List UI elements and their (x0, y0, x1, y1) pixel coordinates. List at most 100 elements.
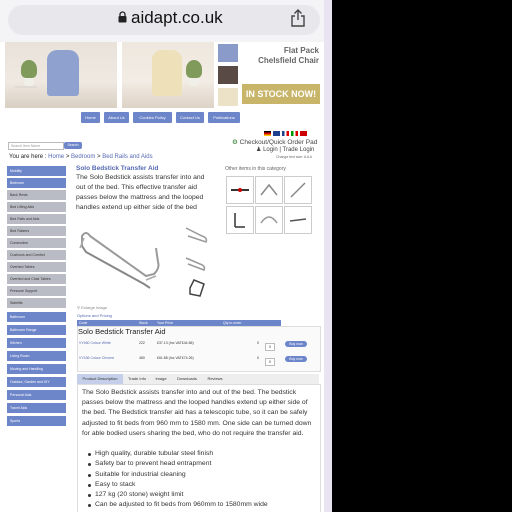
enlarge-label: Enlarge Image (81, 305, 108, 310)
sidebar-subitem[interactable]: Pressure Support (7, 286, 66, 296)
option-stock: 460 (139, 356, 145, 360)
tab-trade-info[interactable]: Trade Info (125, 374, 149, 384)
option-code[interactable]: VY436 Colour Chrome (79, 356, 114, 360)
list-item: Safety bar to prevent head entrapment (88, 459, 268, 469)
sidebar-subitem[interactable]: Bed Rails and Aids (7, 214, 66, 224)
share-icon[interactable] (290, 9, 306, 27)
sidebar-item[interactable]: Kitchen (7, 338, 66, 348)
nav-cookies-policy[interactable]: Cookies Policy (133, 112, 172, 123)
product-main-image[interactable] (76, 218, 218, 303)
sidebar-item[interactable]: Personal Aids (7, 390, 66, 400)
sidebar-item[interactable]: Bedroom (7, 178, 66, 188)
product-title: Solo Bedstick Transfer Aid (76, 165, 159, 172)
option-qty-label: 0 (257, 356, 259, 360)
sidebar-subitem[interactable]: Stairlifts (7, 298, 66, 308)
checkout-link[interactable]: ⚙ Checkout/Quick Order Pad (232, 138, 317, 146)
option-price: £61.88 (Inc VAT£74.26) (157, 356, 194, 360)
tab-reviews[interactable]: Reviews (203, 374, 227, 384)
sidebar-subitem[interactable]: Cushions and Comfort (7, 250, 66, 260)
product-thumb-icon (290, 182, 306, 198)
enlarge-image-link[interactable]: ⚲ Enlarge Image (77, 305, 107, 310)
breadcrumb-sep: > (64, 154, 71, 160)
search-input[interactable]: Search Item Name (8, 142, 64, 150)
option-row: VY460 Colour White 222 £37.13 (Inc VAT£4… (77, 339, 319, 351)
sticky-product-title: Solo Bedstick Transfer Aid (78, 327, 166, 336)
mobile-browser-screen: aidapt.co.uk Flat Pack Chelsfield Chair … (0, 0, 332, 512)
buy-now-button[interactable]: Buy now (285, 356, 307, 362)
in-stock-badge[interactable]: IN STOCK NOW! (242, 84, 320, 104)
browser-address-bar: aidapt.co.uk (0, 0, 332, 42)
lock-icon (118, 11, 127, 23)
tab-downloads[interactable]: Downloads (173, 374, 201, 384)
sidebar-item[interactable]: Bathroom (7, 312, 66, 322)
page-edge-bar (324, 0, 332, 512)
german-flag-icon[interactable] (264, 131, 271, 136)
other-item-thumbnail[interactable] (284, 206, 312, 234)
colour-swatch-blue (218, 44, 238, 62)
product-thumb-icon (234, 213, 245, 228)
french-flag-icon[interactable] (282, 131, 289, 136)
sidebar-item[interactable]: Travel Aids (7, 403, 66, 413)
tab-image[interactable]: Image (151, 374, 171, 384)
screenshot-frame: aidapt.co.uk Flat Pack Chelsfield Chair … (0, 0, 512, 512)
other-item-thumbnail[interactable] (255, 206, 283, 234)
search-button[interactable]: Search (64, 142, 82, 149)
product-thumb-icon (260, 216, 278, 224)
uk-flag-icon[interactable] (273, 131, 280, 136)
checkout-label: Checkout/Quick Order Pad (239, 139, 318, 146)
sidebar-subitem[interactable]: Commodes (7, 238, 66, 248)
breadcrumb: You are here : Home > Bedroom > Bed Rail… (9, 154, 153, 160)
other-item-thumbnail[interactable] (226, 176, 254, 204)
other-item-thumbnail[interactable] (255, 176, 283, 204)
list-item: 127 kg (20 stone) weight limit (88, 490, 268, 500)
sidebar-subitem[interactable]: Bed Raisers (7, 226, 66, 236)
sidebar-subitem[interactable]: Back Rests (7, 190, 66, 200)
sidebar-item[interactable]: Sports (7, 416, 66, 426)
sidebar-item[interactable]: Moving and Handling (7, 364, 66, 374)
option-row: VY436 Colour Chrome 460 £61.88 (Inc VAT£… (77, 354, 319, 366)
zoom-icon: ⚲ (77, 305, 80, 310)
sidebar-item[interactable]: Outdoor, Garden and DIY (7, 377, 66, 387)
colour-swatch-brown (218, 66, 238, 84)
sidebar-item[interactable]: Mobility (7, 166, 66, 176)
tab-product-description[interactable]: Product Description (77, 374, 123, 384)
banner-title: Flat Pack Chelsfield Chair (258, 46, 319, 65)
nav-home[interactable]: Home (81, 112, 100, 123)
list-item: Suitable for industrial cleaning (88, 470, 268, 480)
description-paragraph: The Solo Bedstick assists transfer into … (82, 389, 312, 437)
text-size-control[interactable]: Change text size: A A A (276, 155, 312, 159)
option-price: £37.13 (Inc VAT£44.56) (157, 341, 194, 345)
banner-chair-photo-cream (122, 42, 214, 108)
swiss-flag-icon[interactable] (300, 131, 307, 136)
sidebar-subitem[interactable]: Overbed Tables (7, 262, 66, 272)
main-nav: Home About Us Cookies Policy Contact Us … (0, 112, 332, 124)
colour-swatch-cream (218, 88, 238, 106)
option-code[interactable]: VY460 Colour White (79, 341, 111, 345)
banner-chair-photo-blue (5, 42, 117, 108)
nav-contact-us[interactable]: Contact Us (176, 112, 204, 123)
nav-about-us[interactable]: About Us (104, 112, 129, 123)
breadcrumb-home[interactable]: Home (48, 154, 64, 160)
sidebar-item[interactable]: Living Room (7, 351, 66, 361)
sidebar-subitem[interactable]: Overbed and Chair Tables (7, 274, 66, 284)
other-items-heading: Other items in this category (225, 166, 286, 172)
other-item-thumbnail[interactable] (226, 206, 254, 234)
login-link[interactable]: ♟ Login | Trade Login (256, 146, 314, 153)
other-item-thumbnail[interactable] (284, 176, 312, 204)
buy-now-button[interactable]: Buy now (285, 341, 307, 347)
url-text[interactable]: aidapt.co.uk (131, 8, 223, 28)
login-label: Login | Trade Login (263, 147, 315, 153)
product-thumb-icon (231, 188, 249, 192)
list-item: Can be adjusted to fit beds from 960mm t… (88, 500, 268, 510)
sidebar-subitem[interactable]: Bed Lifting Aids (7, 202, 66, 212)
banner[interactable]: Flat Pack Chelsfield Chair IN STOCK NOW! (0, 42, 332, 110)
quantity-input[interactable]: 0 (265, 358, 275, 366)
nav-publications[interactable]: Publications (208, 112, 240, 123)
list-item: High quality, durable tubular steel fini… (88, 449, 268, 459)
quantity-input[interactable]: 0 (265, 343, 275, 351)
italian-flag-icon[interactable] (291, 131, 298, 136)
list-item: Easy to stack (88, 480, 268, 490)
sidebar-item[interactable]: Bathroom Range (7, 325, 66, 335)
breadcrumb-bedroom[interactable]: Bedroom (71, 154, 95, 160)
breadcrumb-current[interactable]: Bed Rails and Aids (102, 154, 152, 160)
